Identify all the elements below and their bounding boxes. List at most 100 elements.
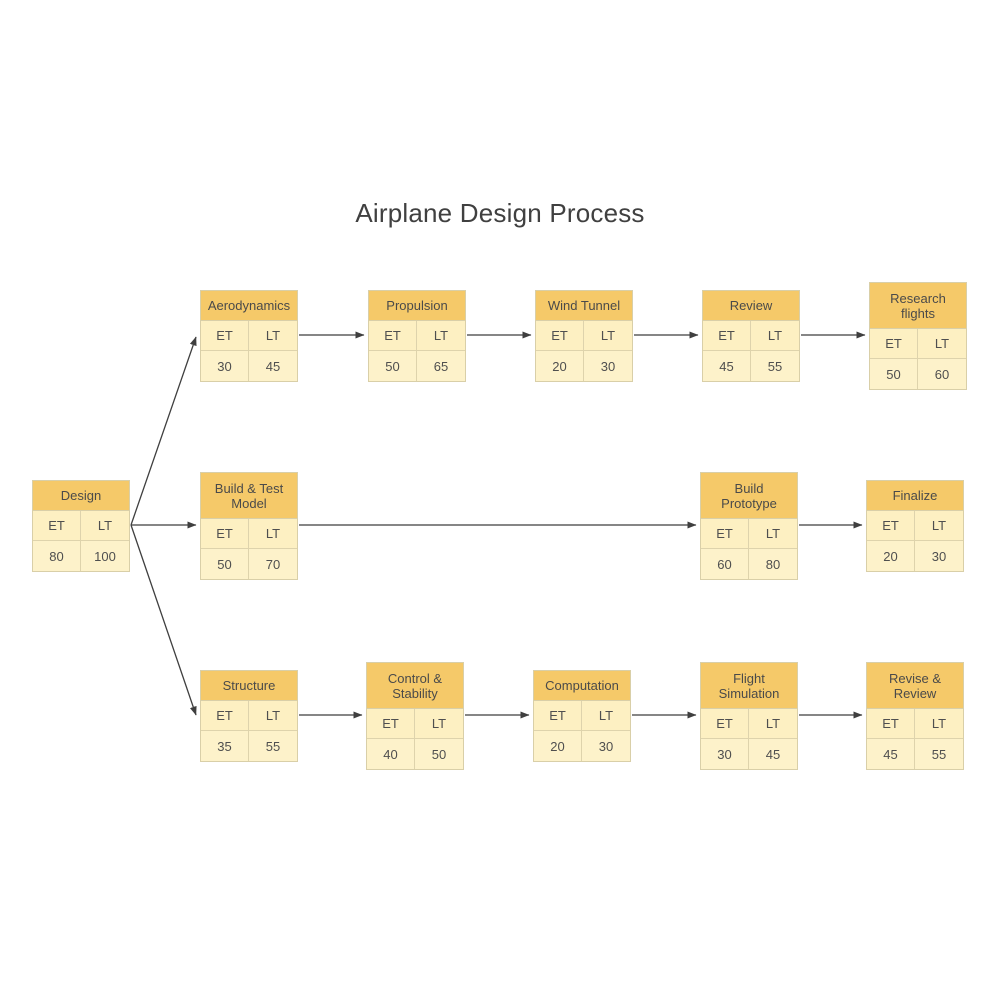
lt-value-review: 55 [751,351,799,381]
node-header-research-flights: Research flights [870,283,966,329]
node-value-row-design: 80 100 [33,541,129,571]
node-design[interactable]: Design ET LT 80 100 [32,480,130,572]
lt-value-revise-review: 55 [915,739,963,769]
node-label-row-build-test-model: ET LT [201,519,297,549]
et-value-aerodynamics: 30 [201,351,249,381]
et-label-revise-review: ET [867,709,915,738]
node-structure[interactable]: Structure ET LT 35 55 [200,670,298,762]
lt-value-research-flights: 60 [918,359,966,389]
node-label-row-computation: ET LT [534,701,630,731]
node-value-row-propulsion: 50 65 [369,351,465,381]
node-wind-tunnel[interactable]: Wind Tunnel ET LT 20 30 [535,290,633,382]
lt-label-finalize: LT [915,511,963,540]
node-header-design: Design [33,481,129,511]
node-finalize[interactable]: Finalize ET LT 20 30 [866,480,964,572]
node-header-aerodynamics: Aerodynamics [201,291,297,321]
et-label-flight-simulation: ET [701,709,749,738]
et-value-research-flights: 50 [870,359,918,389]
lt-label-build-prototype: LT [749,519,797,548]
et-value-structure: 35 [201,731,249,761]
lt-label-build-test-model: LT [249,519,297,548]
node-value-row-aerodynamics: 30 45 [201,351,297,381]
node-header-review: Review [703,291,799,321]
lt-label-structure: LT [249,701,297,730]
node-header-finalize: Finalize [867,481,963,511]
et-label-structure: ET [201,701,249,730]
node-review[interactable]: Review ET LT 45 55 [702,290,800,382]
node-value-row-wind-tunnel: 20 30 [536,351,632,381]
node-header-build-test-model: Build & Test Model [201,473,297,519]
node-aerodynamics[interactable]: Aerodynamics ET LT 30 45 [200,290,298,382]
node-revise-review[interactable]: Revise & Review ET LT 45 55 [866,662,964,770]
node-header-wind-tunnel: Wind Tunnel [536,291,632,321]
lt-value-build-test-model: 70 [249,549,297,579]
node-header-flight-simulation: Flight Simulation [701,663,797,709]
lt-value-finalize: 30 [915,541,963,571]
node-research-flights[interactable]: Research flights ET LT 50 60 [869,282,967,390]
et-value-propulsion: 50 [369,351,417,381]
node-value-row-review: 45 55 [703,351,799,381]
et-label-review: ET [703,321,751,350]
node-header-propulsion: Propulsion [369,291,465,321]
et-value-control-stability: 40 [367,739,415,769]
et-label-aerodynamics: ET [201,321,249,350]
et-label-build-prototype: ET [701,519,749,548]
node-label-row-aerodynamics: ET LT [201,321,297,351]
node-computation[interactable]: Computation ET LT 20 30 [533,670,631,762]
node-header-build-prototype: Build Prototype [701,473,797,519]
et-label-research-flights: ET [870,329,918,358]
et-value-computation: 20 [534,731,582,761]
node-label-row-design: ET LT [33,511,129,541]
node-header-structure: Structure [201,671,297,701]
et-value-revise-review: 45 [867,739,915,769]
lt-value-design: 100 [81,541,129,571]
lt-label-control-stability: LT [415,709,463,738]
node-header-computation: Computation [534,671,630,701]
node-value-row-finalize: 20 30 [867,541,963,571]
et-label-build-test-model: ET [201,519,249,548]
node-build-test-model[interactable]: Build & Test Model ET LT 50 70 [200,472,298,580]
node-label-row-review: ET LT [703,321,799,351]
lt-label-wind-tunnel: LT [584,321,632,350]
lt-label-aerodynamics: LT [249,321,297,350]
node-label-row-revise-review: ET LT [867,709,963,739]
et-label-design: ET [33,511,81,540]
node-build-prototype[interactable]: Build Prototype ET LT 60 80 [700,472,798,580]
lt-label-research-flights: LT [918,329,966,358]
lt-value-flight-simulation: 45 [749,739,797,769]
et-label-control-stability: ET [367,709,415,738]
lt-label-computation: LT [582,701,630,730]
node-label-row-flight-simulation: ET LT [701,709,797,739]
node-label-row-structure: ET LT [201,701,297,731]
node-control-stability[interactable]: Control & Stability ET LT 40 50 [366,662,464,770]
node-value-row-build-prototype: 60 80 [701,549,797,579]
node-value-row-flight-simulation: 30 45 [701,739,797,769]
et-value-wind-tunnel: 20 [536,351,584,381]
et-value-review: 45 [703,351,751,381]
lt-label-revise-review: LT [915,709,963,738]
node-flight-simulation[interactable]: Flight Simulation ET LT 30 45 [700,662,798,770]
edge-design-to-aerodynamics [130,336,197,526]
diagram-canvas: Airplane Design Process Design ET LT 80 100 A… [0,0,1000,1000]
lt-label-design: LT [81,511,129,540]
et-value-flight-simulation: 30 [701,739,749,769]
node-label-row-wind-tunnel: ET LT [536,321,632,351]
node-value-row-control-stability: 40 50 [367,739,463,769]
lt-label-review: LT [751,321,799,350]
page-title: Airplane Design Process [355,198,645,228]
node-value-row-research-flights: 50 60 [870,359,966,389]
node-propulsion[interactable]: Propulsion ET LT 50 65 [368,290,466,382]
node-label-row-propulsion: ET LT [369,321,465,351]
lt-value-wind-tunnel: 30 [584,351,632,381]
et-value-build-prototype: 60 [701,549,749,579]
et-value-design: 80 [33,541,81,571]
lt-label-flight-simulation: LT [749,709,797,738]
lt-label-propulsion: LT [417,321,465,350]
node-label-row-research-flights: ET LT [870,329,966,359]
lt-value-aerodynamics: 45 [249,351,297,381]
et-label-computation: ET [534,701,582,730]
node-value-row-structure: 35 55 [201,731,297,761]
lt-value-propulsion: 65 [417,351,465,381]
node-label-row-finalize: ET LT [867,511,963,541]
et-label-propulsion: ET [369,321,417,350]
